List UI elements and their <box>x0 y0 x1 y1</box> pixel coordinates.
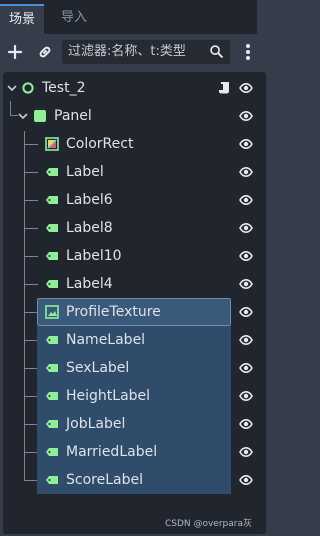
label-icon <box>46 196 58 204</box>
instance-scene-button[interactable] <box>32 39 58 65</box>
tree-row-item[interactable]: ProfileTexture <box>3 298 257 326</box>
tree-row-item[interactable]: MarriedLabel <box>3 438 257 466</box>
tree-row-item[interactable]: Label <box>3 158 257 186</box>
tree-row-label: SexLabel <box>66 360 130 376</box>
tree-row-item[interactable]: ScoreLabel <box>3 466 257 494</box>
label-icon <box>46 364 58 372</box>
visibility-eye-icon[interactable] <box>239 250 253 262</box>
tree-row-label: Label6 <box>66 192 113 208</box>
tree-row-label: ColorRect <box>66 136 134 152</box>
visibility-eye-icon[interactable] <box>239 278 253 290</box>
label-icon <box>46 476 58 484</box>
label-icon <box>46 280 58 288</box>
kebab-menu-icon <box>246 44 250 60</box>
chevron-down-icon[interactable] <box>17 110 29 122</box>
watermark-text: CSDN @overpara灰 <box>164 519 252 529</box>
tree-row-item[interactable]: Label10 <box>3 242 257 270</box>
tree-row-item[interactable]: NameLabel <box>3 326 257 354</box>
label-icon <box>46 448 58 456</box>
tree-row-label: HeightLabel <box>66 388 151 404</box>
more-options-button[interactable] <box>235 39 261 65</box>
tree-row-label: Label <box>66 164 104 180</box>
visibility-eye-icon[interactable] <box>239 138 253 150</box>
tree-row-label: Label4 <box>66 276 113 292</box>
tree-row-label: MarriedLabel <box>66 444 158 460</box>
visibility-eye-icon[interactable] <box>239 446 253 458</box>
label-icon <box>46 392 58 400</box>
link-icon <box>39 46 51 58</box>
filter-text: 过滤器:名称、t:类型 <box>68 44 186 59</box>
filter-input[interactable]: 过滤器:名称、t:类型 <box>62 40 230 64</box>
tree-row-label: Label10 <box>66 248 122 264</box>
label-icon <box>46 336 58 344</box>
script-icon[interactable] <box>218 80 232 96</box>
visibility-eye-icon[interactable] <box>239 166 253 178</box>
plus-icon <box>7 44 23 60</box>
visibility-eye-icon[interactable] <box>239 194 253 206</box>
panel-icon <box>34 110 46 122</box>
tree-row-item[interactable]: ColorRect <box>3 130 257 158</box>
visibility-eye-icon[interactable] <box>239 390 253 402</box>
label-icon <box>46 168 58 176</box>
tree-row-item[interactable]: Label4 <box>3 270 257 298</box>
tab-import[interactable]: 导入 <box>52 4 96 34</box>
label-icon <box>46 420 58 428</box>
label-icon <box>46 252 58 260</box>
tree-row-label: Label8 <box>66 220 113 236</box>
colorrect-icon <box>45 137 59 151</box>
search-icon <box>210 45 223 58</box>
chevron-down-icon[interactable] <box>6 82 18 94</box>
tree-row-item[interactable]: Label8 <box>3 214 257 242</box>
texture-rect-icon <box>45 305 59 319</box>
add-node-button[interactable] <box>2 39 28 65</box>
visibility-eye-icon[interactable] <box>239 362 253 374</box>
tree-row-label: ProfileTexture <box>66 304 161 320</box>
tab-scene[interactable]: 场景 <box>0 4 45 34</box>
tree-row-panel[interactable]: Panel <box>3 102 257 130</box>
visibility-eye-icon[interactable] <box>239 474 253 486</box>
tree-row-label: Test_2 <box>42 80 86 96</box>
tree-row-label: Panel <box>54 108 92 124</box>
visibility-eye-icon[interactable] <box>239 334 253 346</box>
tree-row-item[interactable]: HeightLabel <box>3 382 257 410</box>
tree-row-item[interactable]: SexLabel <box>3 354 257 382</box>
visibility-eye-icon[interactable] <box>239 82 253 94</box>
tree-row-label: ScoreLabel <box>66 472 143 488</box>
tree-row-item[interactable]: Label6 <box>3 186 257 214</box>
tree-row-label: JobLabel <box>66 416 126 432</box>
visibility-eye-icon[interactable] <box>239 418 253 430</box>
tab-bar: 场景 导入 <box>0 0 257 34</box>
node-circle-icon <box>22 82 34 94</box>
visibility-eye-icon[interactable] <box>239 110 253 122</box>
visibility-eye-icon[interactable] <box>239 306 253 318</box>
tree-row-item[interactable]: JobLabel <box>3 410 257 438</box>
label-icon <box>46 224 58 232</box>
visibility-eye-icon[interactable] <box>239 222 253 234</box>
tree-row-root[interactable]: Test_2 <box>3 74 257 102</box>
scene-toolbar: 过滤器:名称、t:类型 <box>0 34 257 70</box>
tree-row-label: NameLabel <box>66 332 146 348</box>
